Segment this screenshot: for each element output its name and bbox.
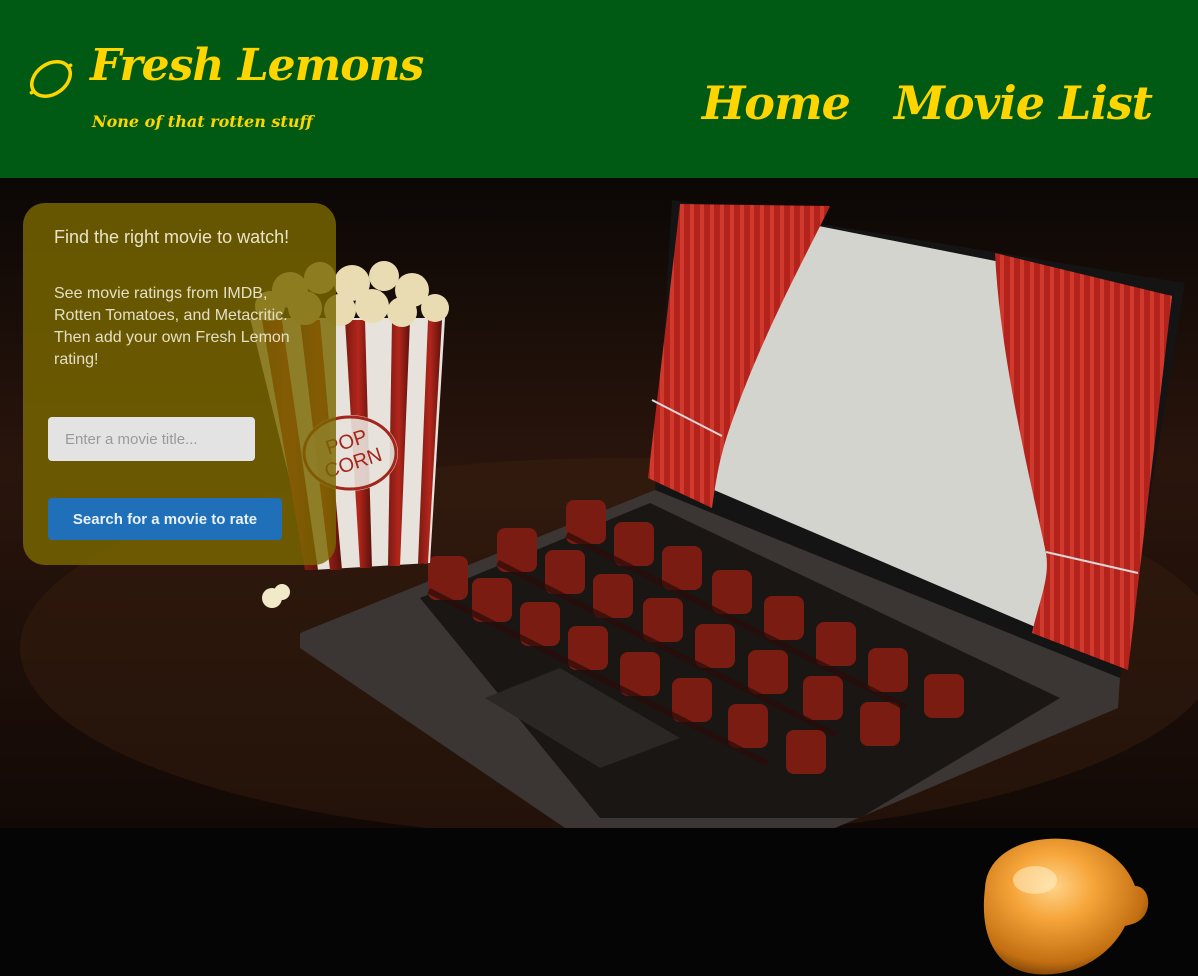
card-description: See movie ratings from IMDB, Rotten Toma… [54, 285, 290, 368]
hero-section: POP CORN Find the right movie to watch! … [0, 178, 1198, 828]
search-card: Find the right movie to watch! See movie… [23, 203, 336, 565]
brand-tagline: None of that rotten stuff [92, 112, 313, 131]
brand-title: Fresh Lemons [90, 40, 424, 91]
main-nav: Home Movie List [702, 76, 1153, 130]
card-heading: Find the right movie to watch! [54, 227, 290, 247]
search-movie-button[interactable]: Search for a movie to rate [48, 498, 282, 540]
movie-search-input[interactable] [48, 417, 255, 461]
lemon-photo-image [983, 838, 1149, 975]
footer-strip [0, 828, 1198, 976]
nav-movie-list-link[interactable]: Movie List [894, 76, 1153, 130]
lemon-logo-icon [29, 60, 73, 98]
nav-home-link[interactable]: Home [702, 76, 851, 130]
site-header: Fresh Lemons None of that rotten stuff H… [0, 0, 1198, 178]
